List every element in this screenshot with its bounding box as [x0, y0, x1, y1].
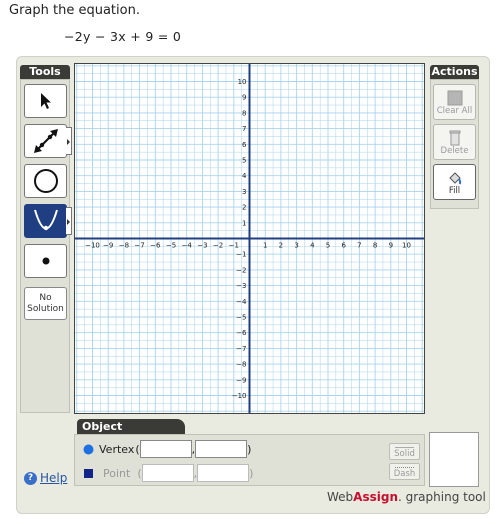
help-link[interactable]: ? Help: [24, 471, 67, 485]
x-tick-label: −3: [197, 242, 207, 250]
line-tool-options-caret[interactable]: [66, 127, 72, 155]
x-tick-label: 2: [279, 242, 283, 250]
vertex-paren-close: ): [247, 442, 252, 456]
no-solution-button[interactable]: No Solution: [24, 287, 67, 320]
paint-bucket-icon: [448, 172, 461, 185]
x-tick-label: 5: [326, 242, 330, 250]
brand-web: Web: [327, 490, 354, 504]
parabola-icon: [33, 209, 58, 231]
coordinate-grid[interactable]: −10 −9 −8 −7 −6 −5 −4 −3 −2 −1 1 2 3 4 5 6 7 8 9 1010987654…: [75, 64, 424, 413]
equation-text: −2y − 3x + 9 = 0: [64, 29, 182, 44]
double-arrow-line-icon: [33, 129, 58, 153]
y-tick-label: −6: [236, 329, 247, 337]
x-tick-label: −5: [166, 242, 176, 250]
y-tick-label: −1: [236, 251, 246, 259]
parabola-tool-button[interactable]: [24, 204, 72, 238]
y-tick-label: −2: [236, 266, 246, 274]
dash-style-button[interactable]: Dash: [389, 463, 420, 480]
x-tick-label: −7: [134, 242, 144, 250]
dot-icon: [42, 257, 49, 265]
parabola-tool-options-caret[interactable]: [66, 207, 72, 235]
no-solution-label-line2: Solution: [27, 303, 64, 314]
object-properties-tab: Object Properties: [77, 419, 185, 448]
x-tick-label: −1: [229, 242, 239, 250]
brand-suffix: . graphing tool: [398, 490, 486, 504]
dash-label: Dash: [393, 469, 416, 479]
y-tick-label: 5: [242, 157, 246, 165]
brand-assign: Assign: [353, 490, 398, 504]
line-tool-button[interactable]: [24, 124, 72, 158]
point-row: Point ( , ): [83, 464, 253, 482]
point-paren-close: ): [249, 466, 254, 480]
trash-icon: [449, 130, 460, 146]
delete-label: Delete: [440, 146, 469, 156]
vertex-row: Vertex ( , ): [83, 440, 251, 458]
y-tick-label: −9: [236, 376, 246, 384]
vertex-label: Vertex: [99, 442, 135, 456]
vertex-dot-icon: [83, 444, 94, 454]
point-square-icon: [84, 468, 93, 478]
y-tick-label: 9: [242, 94, 246, 102]
x-tick-label: −6: [150, 242, 161, 250]
y-tick-label: 1: [242, 219, 246, 227]
circle-icon: [33, 169, 58, 193]
vertex-x-input[interactable]: [139, 440, 192, 458]
delete-button[interactable]: Delete: [433, 124, 476, 160]
y-tick-label: 4: [242, 172, 247, 180]
no-solution-label-line1: No: [39, 292, 52, 303]
x-tick-label: 8: [373, 242, 377, 250]
y-tick-label: 8: [242, 109, 246, 117]
point-y-input[interactable]: [197, 464, 250, 482]
webassign-brand: WebAssign. graphing tool: [327, 490, 486, 504]
x-tick-label: 10: [402, 242, 411, 250]
arrow-pointer-icon: [40, 93, 51, 109]
circle-tool-button[interactable]: [24, 164, 67, 198]
point-x-input[interactable]: [141, 464, 194, 482]
clear-all-icon: [447, 90, 462, 106]
y-tick-label: 6: [242, 141, 247, 149]
x-tick-label: 9: [389, 242, 393, 250]
y-tick-label: −4: [236, 298, 247, 306]
vertex-y-input[interactable]: [195, 440, 248, 458]
y-tick-label: −5: [236, 314, 246, 322]
y-tick-label: −7: [236, 345, 246, 353]
question-text: Graph the equation.: [9, 3, 140, 18]
y-tick-label: 10: [238, 78, 247, 86]
point-tool-button[interactable]: [24, 244, 67, 278]
fill-button[interactable]: Fill: [433, 164, 476, 200]
y-tick-label: −8: [236, 361, 246, 369]
x-tick-label: 4: [310, 242, 315, 250]
help-icon: ?: [24, 471, 37, 485]
solid-style-button[interactable]: Solid: [389, 443, 420, 460]
solid-line-icon: [395, 447, 414, 448]
y-tick-label: 2: [242, 204, 246, 212]
x-tick-label: 1: [263, 242, 267, 250]
help-label: Help: [40, 471, 68, 485]
x-tick-label: 3: [294, 242, 298, 250]
dash-line-icon: [395, 467, 414, 468]
x-tick-label: −9: [103, 242, 113, 250]
actions-header: Actions: [430, 65, 479, 79]
solid-label: Solid: [394, 449, 415, 459]
x-tick-label: −10: [85, 242, 100, 250]
clear-all-button[interactable]: Clear All: [433, 84, 476, 120]
y-tick-label: 7: [242, 125, 246, 133]
x-tick-label: −4: [182, 242, 193, 250]
pointer-tool-button[interactable]: [24, 84, 67, 118]
graph-canvas[interactable]: −10 −9 −8 −7 −6 −5 −4 −3 −2 −1 1 2 3 4 5 6 7 8 9 10 10 9 8 7 6 5 4…: [74, 63, 425, 414]
y-tick-label: −10: [232, 392, 247, 400]
style-preview-box: [429, 432, 479, 487]
clear-all-label: Clear All: [436, 106, 473, 116]
y-tick-label: −3: [236, 282, 246, 290]
x-tick-label: 6: [341, 242, 346, 250]
point-label: Point: [103, 466, 131, 480]
x-tick-label: −2: [213, 242, 223, 250]
tools-header: Tools: [20, 65, 70, 79]
x-tick-label: −8: [119, 242, 129, 250]
x-tick-label: 7: [357, 242, 361, 250]
fill-label: Fill: [448, 186, 461, 196]
y-tick-label: 3: [242, 188, 246, 196]
